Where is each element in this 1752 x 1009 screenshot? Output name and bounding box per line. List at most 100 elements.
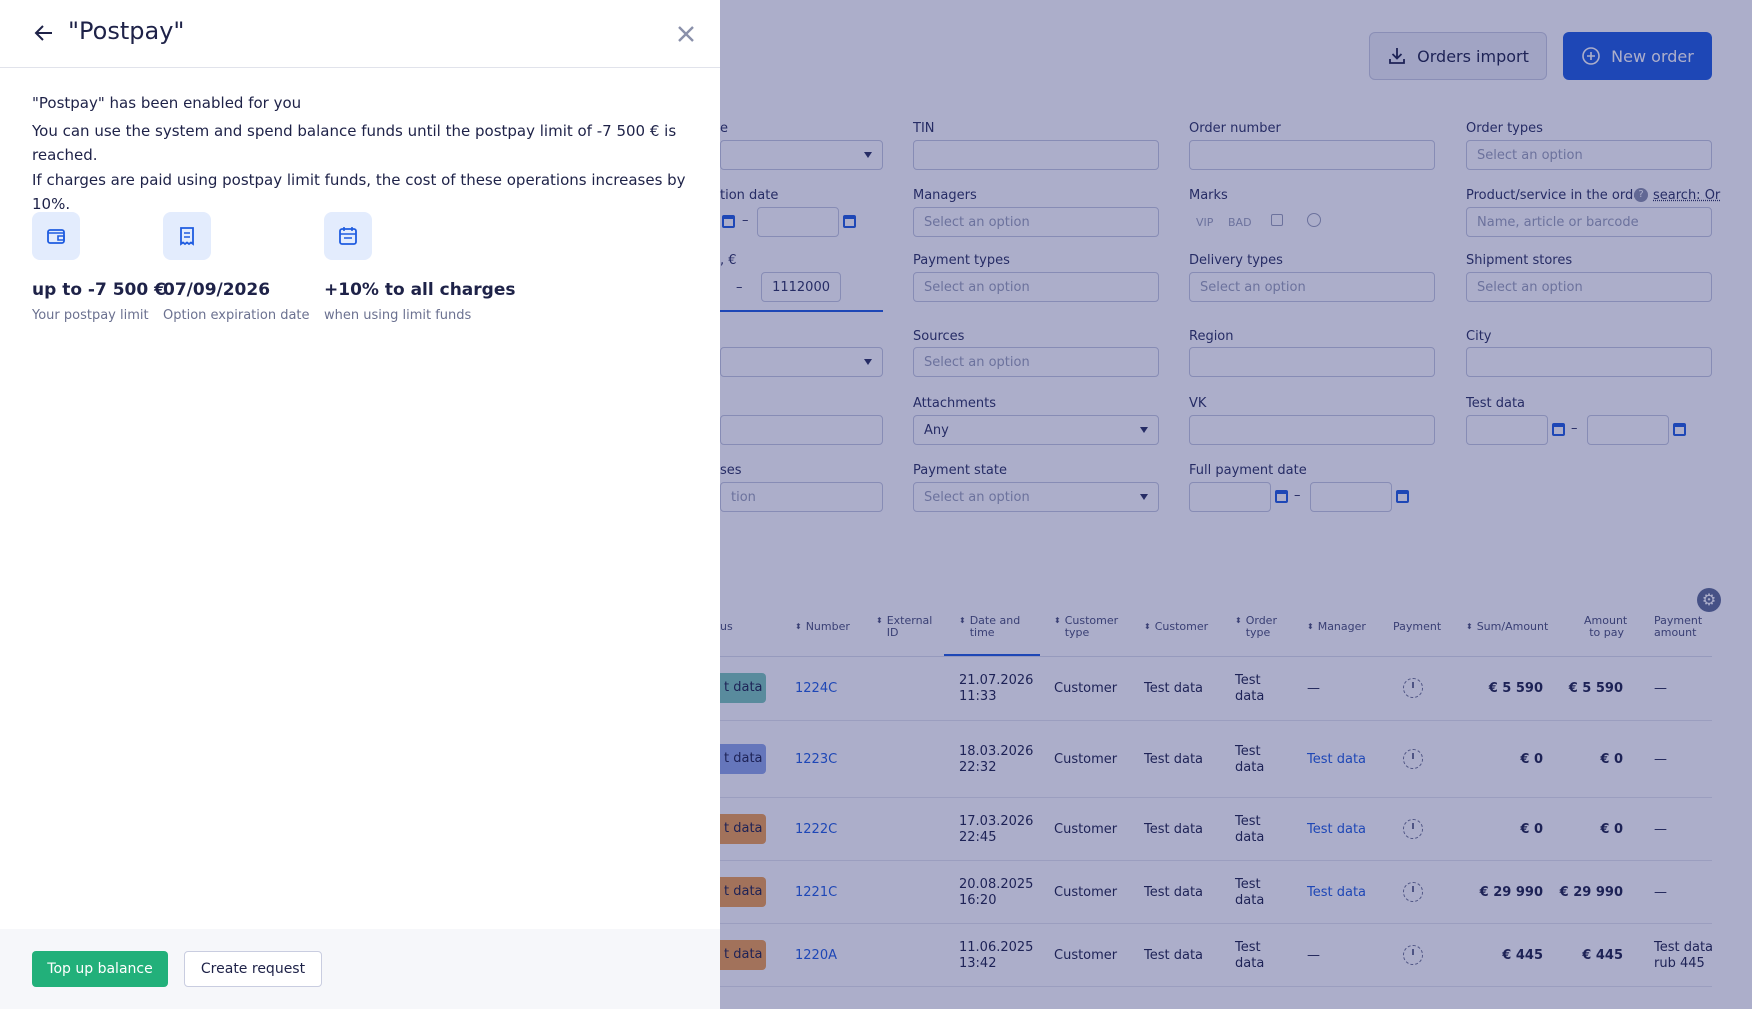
status-badge[interactable]: t data [720, 814, 766, 844]
calendar-icon[interactable] [1275, 490, 1288, 503]
payment-amount-line: rub 445 [1654, 956, 1705, 971]
filter-select-partial[interactable] [720, 140, 883, 170]
new-order-button[interactable]: New order [1563, 32, 1712, 80]
chevron-down-icon [1140, 494, 1148, 500]
amount-label: , € [720, 253, 737, 268]
mark-vip[interactable]: VIP [1196, 216, 1213, 229]
amount-to-value: 1112000 [772, 279, 830, 295]
payment-pending-icon [1403, 945, 1423, 965]
back-arrow-icon[interactable] [32, 21, 56, 45]
calendar-icon[interactable] [722, 215, 735, 228]
manager-name[interactable]: Test data [1307, 752, 1366, 767]
calendar-icon[interactable] [1396, 490, 1409, 503]
order-number-link[interactable]: 1223C [795, 752, 837, 767]
order-number-link[interactable]: 1224C [795, 681, 837, 696]
managers-select[interactable]: Select an option [913, 207, 1159, 237]
status-badge[interactable]: t data [720, 940, 766, 970]
payment-types-select[interactable]: Select an option [913, 272, 1159, 302]
payment-pending-icon [1403, 678, 1423, 698]
amount-to-input[interactable]: 1112000 [761, 272, 841, 302]
orders-import-label: Orders import [1417, 46, 1529, 66]
flag-mark-icon[interactable] [1271, 214, 1283, 226]
expiration-tile [163, 212, 211, 260]
manager-name[interactable]: Test data [1307, 885, 1366, 900]
amount-slider-track[interactable] [720, 310, 883, 312]
order-type-line1: Test [1235, 814, 1261, 829]
col-manager-header[interactable]: ⬍ Manager [1307, 621, 1366, 633]
delivery-types-select[interactable]: Select an option [1189, 272, 1435, 302]
col-customer-header[interactable]: ⬍ Customer [1144, 621, 1208, 633]
sort-icon: ⬍ [1054, 616, 1061, 625]
payment-state-select[interactable]: Select an option [913, 482, 1159, 512]
test-data-to-input[interactable] [1587, 415, 1669, 445]
col-payment-header[interactable]: Payment [1393, 621, 1441, 633]
tin-input[interactable] [913, 140, 1159, 170]
col-sum-amount-header[interactable]: ⬍ Sum/Amount [1466, 621, 1548, 633]
calendar-icon[interactable] [1552, 423, 1565, 436]
region-input[interactable] [1189, 347, 1435, 377]
expiration-date-value: 07/09/2026 [163, 280, 271, 300]
test-data-label: Test data [1466, 396, 1526, 411]
order-date: 21.07.2026 [959, 673, 1034, 688]
city-input[interactable] [1466, 347, 1712, 377]
close-icon[interactable] [675, 23, 697, 45]
order-type-line1: Test [1235, 940, 1261, 955]
tin-label: TIN [913, 121, 935, 136]
payment-pending-icon [1403, 749, 1423, 769]
orders-import-button[interactable]: Orders import [1369, 32, 1547, 80]
col-date-time-header[interactable]: ⬍ Date and time [959, 615, 1020, 639]
status-badge[interactable]: t data [720, 744, 766, 774]
top-up-balance-button[interactable]: Top up balance [32, 951, 168, 987]
status-badge[interactable]: t data [720, 877, 766, 907]
sort-icon: ⬍ [876, 616, 883, 625]
help-icon[interactable]: ? [1634, 188, 1648, 202]
full-payment-from-input[interactable] [1189, 482, 1271, 512]
order-types-select[interactable]: Select an option [1466, 140, 1712, 170]
shipment-stores-select[interactable]: Select an option [1466, 272, 1712, 302]
attachments-value: Any [924, 422, 949, 438]
sort-icon: ⬍ [1307, 622, 1314, 631]
status-badge[interactable]: t data [720, 673, 766, 703]
col-external-id-header[interactable]: ⬍ External ID [876, 615, 932, 639]
postpay-panel: "Postpay" "Postpay" has been enabled for… [0, 0, 720, 1009]
col-number-header[interactable]: ⬍ Number [795, 621, 850, 633]
product-input[interactable]: Name, article or barcode [1466, 207, 1712, 237]
customer-type: Customer [1054, 885, 1118, 900]
mark-bad[interactable]: BAD [1228, 216, 1252, 229]
calendar-icon[interactable] [1673, 423, 1686, 436]
order-number-input[interactable] [1189, 140, 1435, 170]
col-date-time-line2: time [969, 626, 995, 639]
manager-name[interactable]: Test data [1307, 822, 1366, 837]
full-payment-to-input[interactable] [1310, 482, 1392, 512]
test-data-from-input[interactable] [1466, 415, 1548, 445]
product-search-toggle[interactable]: search: Or [1653, 188, 1720, 203]
alarm-mark-icon[interactable] [1307, 213, 1321, 227]
customer-name: Test data [1144, 948, 1204, 963]
creation-date-to-input[interactable] [757, 207, 839, 237]
order-number-link[interactable]: 1222C [795, 822, 837, 837]
col-order-type-header[interactable]: ⬍ Order type [1235, 615, 1277, 639]
sum-amount: € 29 990 [1479, 885, 1543, 900]
vk-input[interactable] [1189, 415, 1435, 445]
col-customer-type-header[interactable]: ⬍ Customer type [1054, 615, 1118, 639]
statuses-select[interactable]: tion [720, 482, 883, 512]
order-number-link[interactable]: 1221C [795, 885, 837, 900]
col-customer-label: Customer [1154, 620, 1209, 633]
postpay-limit-value: up to -7 500 € [32, 280, 166, 300]
attachments-select[interactable]: Any [913, 415, 1159, 445]
sum-amount: € 0 [1520, 822, 1543, 837]
col-status-header[interactable]: us [720, 621, 733, 633]
chevron-down-icon [1140, 427, 1148, 433]
table-settings-gear-icon[interactable]: ⚙ [1697, 588, 1721, 612]
filter-input-partial[interactable] [720, 415, 883, 445]
calendar-icon[interactable] [843, 215, 856, 228]
table-header-divider [720, 656, 1712, 657]
create-request-button[interactable]: Create request [184, 951, 322, 987]
sources-select[interactable]: Select an option [913, 347, 1159, 377]
order-number-link[interactable]: 1220A [795, 948, 837, 963]
payment-types-label: Payment types [913, 253, 1010, 268]
filter-select-partial-2[interactable] [720, 347, 883, 377]
col-payment-amount-header[interactable]: Payment amount [1654, 615, 1702, 639]
col-amount-to-pay-header[interactable]: Amount to pay [1584, 615, 1627, 639]
city-label: City [1466, 329, 1492, 344]
